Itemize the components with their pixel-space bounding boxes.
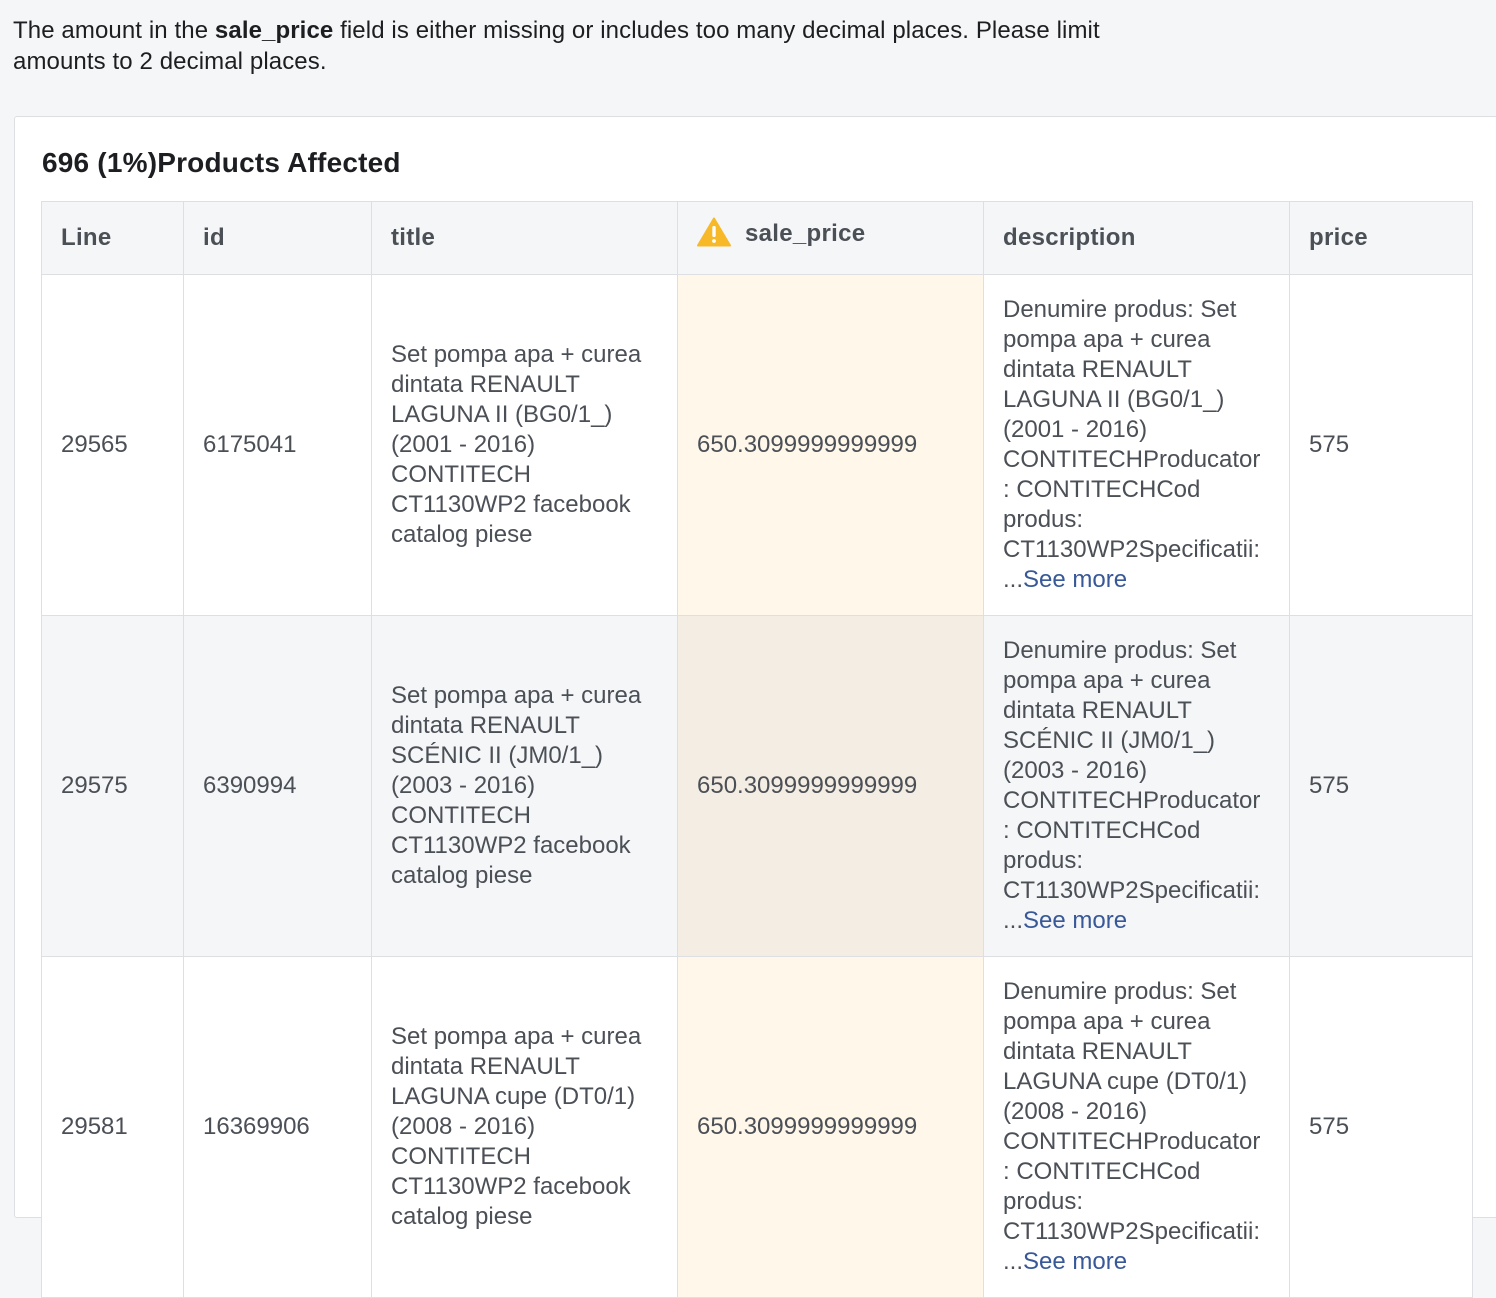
cell-id: 6390994 <box>183 615 372 957</box>
cell-line: 29581 <box>41 956 184 1298</box>
description-text: Denumire produs: Set pompa apa + curea d… <box>1003 978 1261 1275</box>
cell-description: Denumire produs: Set pompa apa + curea d… <box>983 274 1290 616</box>
cell-price: 575 <box>1289 956 1473 1298</box>
table-row: 29565 6175041 Set pompa apa + curea dint… <box>41 274 1473 616</box>
cell-title: Set pompa apa + curea dintata RENAULT LA… <box>371 274 678 616</box>
table-row: 29581 16369906 Set pompa apa + curea din… <box>41 956 1473 1298</box>
cell-id: 16369906 <box>183 956 372 1298</box>
cell-sale-price: 650.3099999999999 <box>677 615 984 957</box>
see-more-link[interactable]: See more <box>1023 907 1127 934</box>
cell-price: 575 <box>1289 615 1473 957</box>
cell-sale-price: 650.3099999999999 <box>677 274 984 616</box>
column-header-id: id <box>183 201 372 275</box>
cell-line: 29565 <box>41 274 184 616</box>
see-more-link[interactable]: See more <box>1023 1248 1127 1275</box>
cell-line: 29575 <box>41 615 184 957</box>
column-header-description: description <box>983 201 1290 275</box>
card-title: 696 (1%)Products Affected <box>42 147 401 178</box>
table-row: 29575 6390994 Set pompa apa + curea dint… <box>41 615 1473 957</box>
affected-products-table: Line id title sale_price description pri… <box>41 201 1473 1298</box>
column-header-sale-price-label: sale_price <box>745 220 866 247</box>
error-notice: The amount in the sale_price field is ei… <box>13 15 1173 77</box>
description-text: Denumire produs: Set pompa apa + curea d… <box>1003 637 1261 934</box>
cell-description: Denumire produs: Set pompa apa + curea d… <box>983 615 1290 957</box>
affected-products-card: 696 (1%)Products Affected Line id title <box>14 116 1496 1298</box>
column-header-price: price <box>1289 201 1473 275</box>
see-more-link[interactable]: See more <box>1023 566 1127 593</box>
cell-title: Set pompa apa + curea dintata RENAULT LA… <box>371 956 678 1298</box>
warning-triangle-icon <box>697 217 731 247</box>
notice-field-name: sale_price <box>214 17 334 44</box>
description-text: Denumire produs: Set pompa apa + curea d… <box>1003 296 1261 593</box>
column-header-title: title <box>371 201 678 275</box>
cell-description: Denumire produs: Set pompa apa + curea d… <box>983 956 1290 1298</box>
cell-id: 6175041 <box>183 274 372 616</box>
column-header-line: Line <box>41 201 184 275</box>
cell-sale-price: 650.3099999999999 <box>677 956 984 1298</box>
cell-title: Set pompa apa + curea dintata RENAULT SC… <box>371 615 678 957</box>
column-header-sale-price: sale_price <box>677 201 984 275</box>
cell-price: 575 <box>1289 274 1473 616</box>
table-header-row: Line id title sale_price description pri… <box>41 201 1473 275</box>
notice-prefix: The amount in the <box>13 17 215 44</box>
